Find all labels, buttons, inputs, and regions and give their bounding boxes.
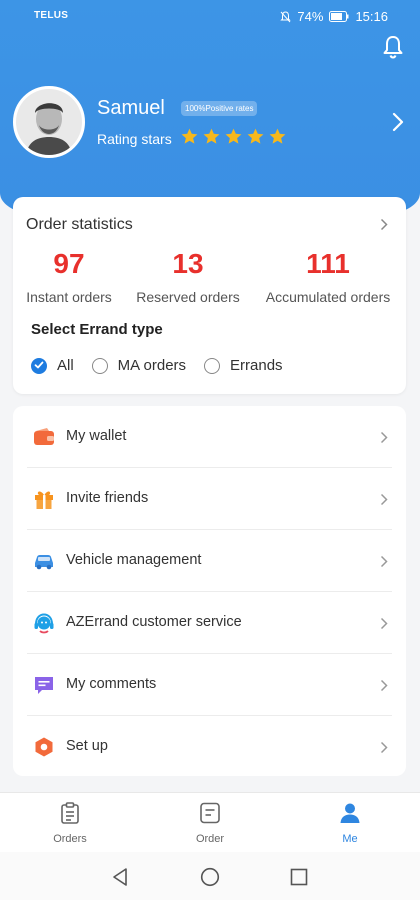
clipboard-icon [61, 802, 79, 824]
avatar[interactable] [13, 86, 85, 158]
tab-label: Orders [53, 833, 87, 845]
mute-icon [280, 10, 292, 22]
option-all-label: All [57, 357, 74, 374]
positive-rate-badge: 100%Positive rates [181, 101, 258, 116]
instant-orders-count: 97 [53, 248, 85, 279]
avatar-photo [16, 89, 82, 155]
instant-orders-label: Instant orders [26, 289, 112, 305]
headset-icon [34, 613, 54, 634]
comment-icon [35, 677, 53, 694]
user-name: Samuel [97, 97, 165, 119]
bottom-tab-bar: Orders Order Me [0, 792, 420, 852]
chevron-right-icon [380, 555, 388, 568]
radio-checked-icon[interactable] [31, 357, 47, 374]
recents-icon[interactable] [290, 868, 308, 886]
option-ma-orders-label: MA orders [117, 357, 187, 374]
menu-item-invite-friends[interactable]: Invite friends [13, 468, 406, 530]
battery-icon [329, 11, 349, 22]
system-nav-bar [0, 852, 420, 900]
clock: 15:16 [355, 9, 388, 24]
settings-icon [35, 737, 53, 757]
chevron-right-icon [380, 679, 388, 692]
wallet-icon [34, 428, 54, 445]
car-icon [35, 555, 53, 570]
option-all[interactable]: All [31, 357, 74, 374]
chevron-right-icon [380, 493, 388, 506]
menu-item-vehicle-management[interactable]: Vehicle management [13, 530, 406, 592]
accumulated-orders-count: 111 [306, 248, 350, 279]
tab-me[interactable]: Me [310, 801, 390, 845]
errand-type-title: Select Errand type [31, 321, 163, 338]
bell-icon[interactable] [380, 34, 406, 60]
menu-item-label: My comments [66, 676, 157, 692]
profile-chevron-right-icon[interactable] [392, 112, 404, 132]
chevron-right-icon [380, 431, 388, 444]
menu-item-customer-service[interactable]: AZErrand customer service [13, 592, 406, 654]
option-errands-label: Errands [230, 357, 283, 374]
home-icon[interactable] [200, 867, 220, 887]
order-statistics-title: Order statistics [26, 216, 133, 233]
errand-type-options: All MA orders Errands [31, 357, 301, 374]
menu-item-label: Invite friends [66, 490, 149, 506]
star-icon [225, 128, 242, 144]
menu-item-label: Set up [66, 738, 108, 754]
menu-item-set-up[interactable]: Set up [13, 716, 406, 778]
option-ma-orders[interactable]: MA orders [91, 357, 187, 374]
chevron-right-icon [380, 741, 388, 754]
option-errands[interactable]: Errands [204, 357, 283, 374]
chevron-right-icon [380, 617, 388, 630]
stats-chevron-right-icon[interactable] [380, 218, 388, 231]
radio-unchecked-icon[interactable] [204, 357, 221, 374]
person-icon [340, 803, 360, 823]
battery-percent: 74% [297, 9, 324, 24]
menu-list: My wallet Invite friends Vehicle managem… [13, 406, 406, 776]
order-statistics-card: Order statistics 97 Instant orders 13 Re… [13, 197, 406, 394]
tab-order[interactable]: Order [170, 801, 250, 845]
tab-label: Order [195, 833, 225, 845]
gift-icon [35, 491, 53, 509]
reserved-orders-label: Reserved orders [136, 289, 240, 305]
menu-item-label: AZErrand customer service [66, 614, 242, 630]
back-icon[interactable] [111, 867, 129, 887]
status-bar: TELUS 74% 15:16 [0, 0, 420, 32]
rating-stars [180, 127, 287, 146]
menu-item-my-comments[interactable]: My comments [13, 654, 406, 716]
star-icon [203, 128, 220, 144]
star-icon [181, 128, 198, 144]
rating-label: Rating stars [97, 131, 172, 147]
menu-item-label: My wallet [66, 428, 127, 444]
menu-item-label: Vehicle management [66, 552, 202, 568]
tab-orders[interactable]: Orders [30, 801, 110, 845]
document-icon [200, 802, 220, 824]
reserved-orders-count: 13 [172, 248, 204, 279]
tab-label: Me [342, 833, 358, 845]
star-icon [247, 128, 264, 144]
radio-unchecked-icon[interactable] [91, 357, 108, 374]
menu-item-wallet[interactable]: My wallet [13, 406, 406, 468]
accumulated-orders-label: Accumulated orders [265, 289, 391, 305]
carrier-label: TELUS [34, 10, 69, 21]
star-icon [269, 128, 286, 144]
